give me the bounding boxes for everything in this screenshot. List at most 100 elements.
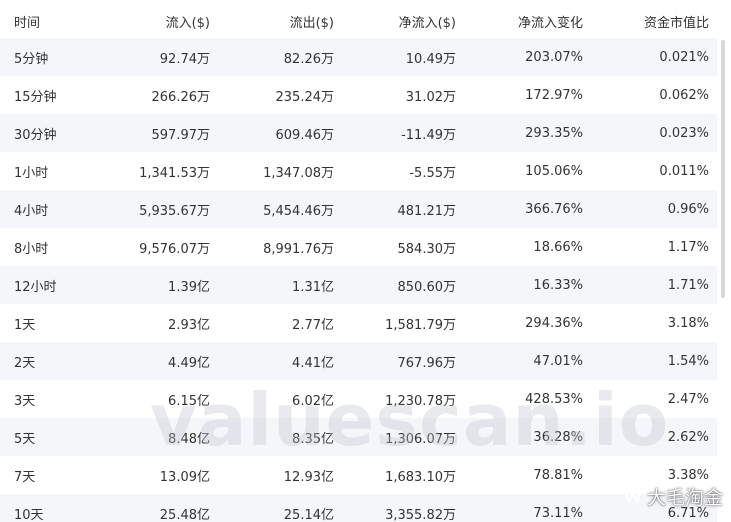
header-fund-marketcap-ratio[interactable]: 资金市值比 [583,4,717,38]
cell-net-inflow-change: 78.81% [456,456,583,494]
header-inflow[interactable]: 流入($) [110,4,210,38]
cell-fund-marketcap-ratio: 2.62% [583,418,717,456]
cell-fund-marketcap-ratio: 2.47% [583,380,717,418]
cell-outflow: 8,991.76万 [210,228,334,266]
cell-inflow: 9,576.07万 [110,228,210,266]
cell-inflow: 2.93亿 [110,304,210,342]
cell-net-inflow: 481.21万 [334,190,456,228]
cell-net-inflow-change: 18.66% [456,228,583,266]
cell-outflow: 1,347.08万 [210,152,334,190]
cell-fund-marketcap-ratio: 0.96% [583,190,717,228]
cell-fund-marketcap-ratio: 3.38% [583,456,717,494]
cell-net-inflow: 584.30万 [334,228,456,266]
cell-inflow: 13.09亿 [110,456,210,494]
cell-net-inflow: 850.60万 [334,266,456,304]
cell-fund-marketcap-ratio: 0.011% [583,152,717,190]
fund-flow-table: 时间 流入($) 流出($) 净流入($) 净流入变化 资金市值比 5分钟 92.… [0,4,717,522]
table-row[interactable]: 8小时 9,576.07万 8,991.76万 584.30万 18.66% 1.17% [0,228,717,266]
cell-outflow: 6.02亿 [210,380,334,418]
cell-outflow: 4.41亿 [210,342,334,380]
cell-inflow: 25.48亿 [110,494,210,522]
cell-inflow: 266.26万 [110,76,210,114]
cell-inflow: 92.74万 [110,38,210,76]
cell-outflow: 12.93亿 [210,456,334,494]
table-row[interactable]: 5天 8.48亿 8.35亿 1,306.07万 36.28% 2.62% [0,418,717,456]
cell-time: 1天 [0,304,110,342]
cell-net-inflow: 1,581.79万 [334,304,456,342]
cell-outflow: 8.35亿 [210,418,334,456]
cell-inflow: 8.48亿 [110,418,210,456]
header-net-inflow[interactable]: 净流入($) [334,4,456,38]
cell-net-inflow: 1,306.07万 [334,418,456,456]
table-row[interactable]: 12小时 1.39亿 1.31亿 850.60万 16.33% 1.71% [0,266,717,304]
cell-inflow: 597.97万 [110,114,210,152]
cell-time: 7天 [0,456,110,494]
cell-net-inflow: 31.02万 [334,76,456,114]
cell-time: 10天 [0,494,110,522]
cell-time: 4小时 [0,190,110,228]
table-row[interactable]: 10天 25.48亿 25.14亿 3,355.82万 73.11% 6.71% [0,494,717,522]
cell-net-inflow-change: 36.28% [456,418,583,456]
cell-fund-marketcap-ratio: 3.18% [583,304,717,342]
cell-outflow: 2.77亿 [210,304,334,342]
cell-time: 30分钟 [0,114,110,152]
cell-outflow: 609.46万 [210,114,334,152]
table-row[interactable]: 7天 13.09亿 12.93亿 1,683.10万 78.81% 3.38% [0,456,717,494]
cell-net-inflow: 3,355.82万 [334,494,456,522]
cell-fund-marketcap-ratio: 0.062% [583,76,717,114]
cell-time: 15分钟 [0,76,110,114]
cell-fund-marketcap-ratio: 1.17% [583,228,717,266]
cell-net-inflow: 767.96万 [334,342,456,380]
table-row[interactable]: 2天 4.49亿 4.41亿 767.96万 47.01% 1.54% [0,342,717,380]
cell-net-inflow: 10.49万 [334,38,456,76]
cell-time: 5天 [0,418,110,456]
cell-outflow: 82.26万 [210,38,334,76]
table-row[interactable]: 15分钟 266.26万 235.24万 31.02万 172.97% 0.062% [0,76,717,114]
header-time[interactable]: 时间 [0,4,110,38]
cell-net-inflow: -5.55万 [334,152,456,190]
table-row[interactable]: 1天 2.93亿 2.77亿 1,581.79万 294.36% 3.18% [0,304,717,342]
cell-time: 5分钟 [0,38,110,76]
cell-fund-marketcap-ratio: 1.71% [583,266,717,304]
cell-time: 12小时 [0,266,110,304]
cell-net-inflow-change: 203.07% [456,38,583,76]
cell-fund-marketcap-ratio: 0.021% [583,38,717,76]
table-header-row: 时间 流入($) 流出($) 净流入($) 净流入变化 资金市值比 [0,4,717,38]
cell-net-inflow-change: 105.06% [456,152,583,190]
table-row[interactable]: 30分钟 597.97万 609.46万 -11.49万 293.35% 0.023% [0,114,717,152]
fund-flow-panel: 时间 流入($) 流出($) 净流入($) 净流入变化 资金市值比 5分钟 92.… [0,0,731,522]
header-outflow[interactable]: 流出($) [210,4,334,38]
cell-inflow: 6.15亿 [110,380,210,418]
cell-net-inflow: 1,683.10万 [334,456,456,494]
cell-fund-marketcap-ratio: 6.71% [583,494,717,522]
cell-net-inflow-change: 16.33% [456,266,583,304]
cell-time: 3天 [0,380,110,418]
cell-net-inflow: 1,230.78万 [334,380,456,418]
header-net-inflow-change[interactable]: 净流入变化 [456,4,583,38]
cell-outflow: 1.31亿 [210,266,334,304]
cell-inflow: 5,935.67万 [110,190,210,228]
table-body: 5分钟 92.74万 82.26万 10.49万 203.07% 0.021% 15分钟 26… [0,38,717,522]
cell-net-inflow-change: 73.11% [456,494,583,522]
table-row[interactable]: 4小时 5,935.67万 5,454.46万 481.21万 366.76% 0.96% [0,190,717,228]
cell-net-inflow-change: 293.35% [456,114,583,152]
cell-net-inflow-change: 428.53% [456,380,583,418]
cell-outflow: 25.14亿 [210,494,334,522]
vertical-scrollbar[interactable] [721,40,725,298]
cell-net-inflow: -11.49万 [334,114,456,152]
cell-outflow: 235.24万 [210,76,334,114]
cell-inflow: 1,341.53万 [110,152,210,190]
cell-time: 8小时 [0,228,110,266]
cell-time: 1小时 [0,152,110,190]
cell-outflow: 5,454.46万 [210,190,334,228]
cell-fund-marketcap-ratio: 0.023% [583,114,717,152]
cell-inflow: 1.39亿 [110,266,210,304]
cell-net-inflow-change: 47.01% [456,342,583,380]
table-row[interactable]: 5分钟 92.74万 82.26万 10.49万 203.07% 0.021% [0,38,717,76]
table-row[interactable]: 3天 6.15亿 6.02亿 1,230.78万 428.53% 2.47% [0,380,717,418]
table-row[interactable]: 1小时 1,341.53万 1,347.08万 -5.55万 105.06% 0.011% [0,152,717,190]
cell-time: 2天 [0,342,110,380]
cell-net-inflow-change: 172.97% [456,76,583,114]
cell-net-inflow-change: 366.76% [456,190,583,228]
cell-net-inflow-change: 294.36% [456,304,583,342]
